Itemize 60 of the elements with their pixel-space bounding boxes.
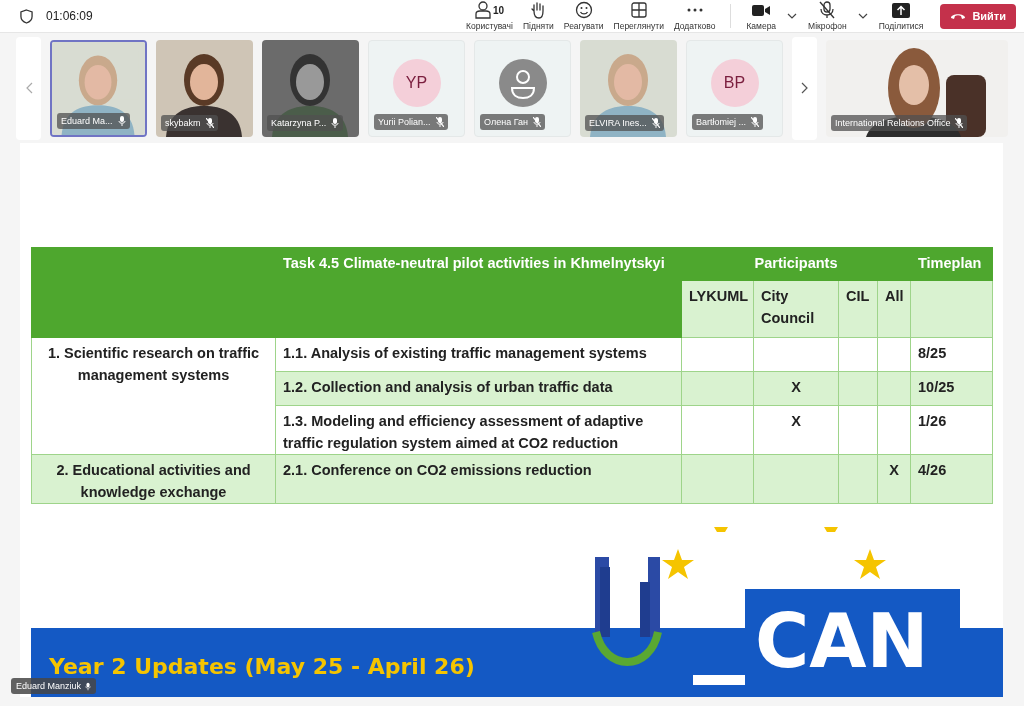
table-cell: 2.1. Conference on CO2 emissions reduction xyxy=(275,454,682,504)
avatar: BP xyxy=(710,59,759,107)
table-header-cell: City Council xyxy=(753,280,839,338)
table-cell: 1. Scientific research on traffic management systems xyxy=(31,337,276,455)
participant-name-label: Bartłomiej ... xyxy=(692,113,763,130)
table-cell: 1.2. Collection and analysis of urban traffic data xyxy=(275,371,682,406)
more-icon xyxy=(686,8,703,12)
table-cell: 2. Educational activities and knowledge exchange xyxy=(31,454,276,504)
chevron-right-icon xyxy=(800,82,809,94)
speaker-name-label: Eduard Manziuk xyxy=(11,678,97,694)
table-cell: X xyxy=(877,454,911,504)
participant-tile[interactable]: BP Bartłomiej ... xyxy=(686,39,783,137)
avatar: YP xyxy=(392,59,441,107)
grid-icon xyxy=(630,2,647,18)
chevron-left-icon xyxy=(24,82,33,94)
avatar-icon xyxy=(498,59,547,107)
table-cell: 4/26 xyxy=(910,454,993,504)
phone-icon xyxy=(950,12,967,20)
table-header-cell: All xyxy=(877,280,911,338)
more-button[interactable]: Додатково xyxy=(670,1,719,31)
table-cell: X xyxy=(753,371,839,406)
hand-button[interactable]: Підняти xyxy=(519,1,557,31)
slide-title: Year 2 Updates (May 25 - April 26) xyxy=(49,654,475,679)
hand-icon xyxy=(530,1,547,19)
mic-button[interactable]: Мікрофон xyxy=(805,1,850,31)
logo-text: CAN xyxy=(755,598,929,684)
people-count: 10 xyxy=(492,4,505,16)
table-header-cell: LYKUML xyxy=(681,280,754,338)
react-button[interactable]: Реагувати xyxy=(560,1,607,31)
table-cell: 10/25 xyxy=(910,371,993,406)
caret-icon[interactable] xyxy=(857,13,868,19)
table-cell: 8/25 xyxy=(910,337,993,372)
table-header-cell: Timeplan xyxy=(910,247,993,281)
participant-tile[interactable]: YP Yurii Polian... xyxy=(368,39,465,137)
camera-icon xyxy=(752,3,771,17)
participant-tile[interactable]: International Relations Office xyxy=(826,39,1008,137)
table-cell: X xyxy=(753,405,839,455)
table-header-cell: Participants xyxy=(681,247,911,281)
people-button[interactable]: 10 Користувачі xyxy=(463,1,516,31)
caret-icon[interactable] xyxy=(787,13,798,19)
participant-tile[interactable]: ELVIRA Ines... xyxy=(580,39,677,137)
meeting-timer: 01:06:09 xyxy=(46,9,93,23)
table-cell: 1.3. Modeling and efficiency assessment of adaptive traffic regulation system aimed at CO2 reduction xyxy=(275,405,682,455)
table-header-cell: Task 4.5 Climate-neutral pilot activities in Khmelnytskyi xyxy=(275,247,682,338)
table-cell: 1.1. Analysis of existing traffic management systems xyxy=(275,337,682,372)
participant-tile[interactable]: Eduard Ma... xyxy=(50,39,147,137)
view-button[interactable]: Переглянути xyxy=(610,1,667,31)
table-header-cell: CIL xyxy=(838,280,878,338)
shield-icon xyxy=(20,8,33,24)
leave-button[interactable]: Вийти xyxy=(940,3,1016,29)
smiley-icon xyxy=(574,1,593,19)
participant-tile[interactable]: Katarzyna P... xyxy=(262,39,359,137)
table-cell: 1/26 xyxy=(910,405,993,455)
participant-name-label: Олена Ган xyxy=(480,113,545,130)
share-button[interactable]: Поділитися xyxy=(875,1,927,31)
participant-name-label: Yurii Polian... xyxy=(374,113,448,130)
participant-tile[interactable]: skybakm xyxy=(156,39,253,137)
camera-button[interactable]: Камера xyxy=(743,1,780,31)
participant-tile[interactable]: Олена Ган xyxy=(474,39,571,137)
people-icon xyxy=(474,1,491,19)
